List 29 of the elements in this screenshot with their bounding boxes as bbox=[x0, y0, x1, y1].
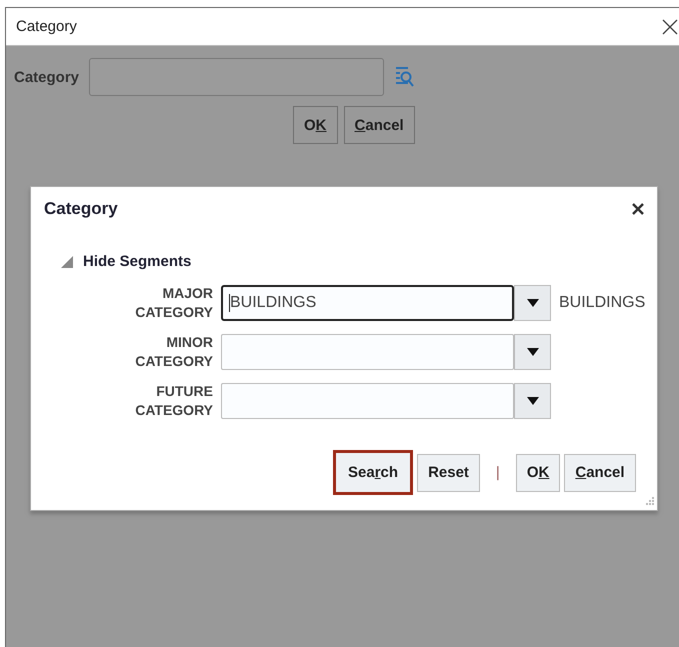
field-label: Category bbox=[14, 68, 80, 86]
dialog-button[interactable]: Cancel bbox=[564, 454, 636, 492]
segment-label: MINOR CATEGORY bbox=[134, 333, 213, 371]
segment-field[interactable] bbox=[221, 383, 514, 419]
segment-label: FUTURE CATEGORY bbox=[134, 382, 213, 420]
segment-field[interactable] bbox=[221, 334, 514, 370]
segment-field[interactable]: BUILDINGS bbox=[221, 285, 514, 321]
dialog-title: Category bbox=[44, 199, 118, 219]
dropdown-button[interactable] bbox=[514, 383, 551, 419]
dialog-button[interactable]: Cancel bbox=[344, 106, 415, 144]
caret-icon bbox=[526, 397, 538, 405]
dropdown-button[interactable] bbox=[514, 285, 551, 321]
segment-label: MAJOR CATEGORY bbox=[134, 284, 213, 322]
dialog-button[interactable]: OK bbox=[293, 106, 338, 144]
triangle-icon bbox=[61, 256, 73, 268]
separator: | bbox=[496, 464, 500, 481]
dialog-button[interactable]: OK bbox=[516, 454, 560, 492]
segment-description: BUILDINGS bbox=[559, 294, 646, 312]
dropdown-button[interactable] bbox=[514, 334, 551, 370]
category-field[interactable] bbox=[89, 58, 384, 96]
caret-icon bbox=[526, 299, 538, 307]
close-icon[interactable] bbox=[662, 18, 678, 34]
resize-grip-icon[interactable] bbox=[644, 497, 654, 507]
dialog-button[interactable]: Search bbox=[333, 450, 414, 495]
close-icon[interactable] bbox=[632, 203, 644, 215]
hide-segments-toggle[interactable]: Hide Segments bbox=[61, 253, 192, 270]
caret-icon bbox=[526, 348, 538, 356]
dialog-button[interactable]: Reset bbox=[417, 454, 480, 492]
window-title: Category bbox=[16, 18, 77, 35]
